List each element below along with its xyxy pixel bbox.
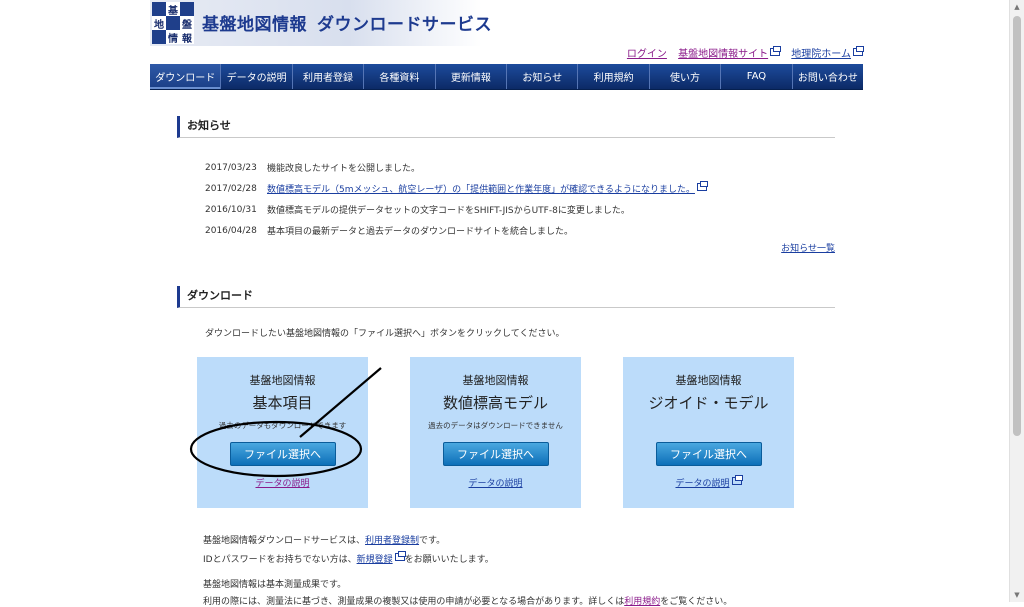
top-links: ログイン 基盤地図情報サイト 地理院ホーム	[619, 45, 864, 60]
card-title: ジオイド・モデル	[648, 394, 769, 412]
site-title-main: 基盤地図情報	[202, 15, 307, 35]
card-category: 基盤地図情報	[462, 374, 529, 387]
main-nav: ダウンロード データの説明 利用者登録 各種資料 更新情報 お知らせ 利用規約 …	[150, 64, 863, 90]
nav-download[interactable]: ダウンロード	[150, 64, 222, 89]
site-title: 基盤地図情報 ダウンロードサービス	[202, 10, 492, 35]
news-date: 2017/03/23	[205, 162, 257, 173]
data-description-link[interactable]: データの説明	[675, 475, 743, 489]
card-note	[623, 420, 794, 430]
news-date: 2016/10/31	[205, 204, 257, 215]
news-item: 2017/02/28 数値標高モデル（5mメッシュ、航空レーザ）の「提供範囲と作…	[205, 178, 708, 199]
terms-link[interactable]: 利用規約	[624, 597, 660, 607]
scroll-up-icon[interactable]: ▲	[1010, 0, 1024, 14]
card-geoid: 基盤地図情報 ジオイド・モデル ファイル選択へ データの説明	[623, 357, 794, 508]
news-link[interactable]: 数値標高モデル（5mメッシュ、航空レーザ）の「提供範囲と作業年度」が確認できるよ…	[267, 181, 708, 195]
external-link-icon	[696, 181, 708, 191]
footer-line-signup: IDとパスワードをお持ちでない方は、新規登録 をお願いいたします。	[203, 551, 494, 565]
nav-updates[interactable]: 更新情報	[436, 64, 508, 89]
nav-faq[interactable]: FAQ	[721, 64, 793, 89]
data-description-link[interactable]: データの説明	[255, 476, 309, 489]
card-dem: 基盤地図情報 数値標高モデル 過去のデータはダウンロードできません ファイル選択…	[410, 357, 581, 508]
news-item: 2016/10/31 数値標高モデルの提供データセットの文字コードをSHIFT-…	[205, 199, 707, 220]
news-item: 2017/03/23 機能改良したサイトを公開しました。	[205, 157, 707, 178]
nav-how-to-use[interactable]: 使い方	[650, 64, 722, 89]
kiban-site-link[interactable]: 基盤地図情報サイト	[678, 46, 782, 60]
card-basic-items: 基盤地図情報 基本項目 過去のデータもダウンロードできます ファイル選択へ デー…	[197, 357, 368, 508]
news-text: 機能改良したサイトを公開しました。	[267, 164, 421, 174]
logo-char: 報	[180, 30, 194, 45]
gsi-home-link[interactable]: 地理院ホーム	[791, 46, 864, 60]
nav-contact[interactable]: お問い合わせ	[793, 64, 863, 89]
nav-documents[interactable]: 各種資料	[364, 64, 436, 89]
footer-line-registration: 基盤地図情報ダウンロードサービスは、利用者登録制です。	[203, 536, 446, 546]
logo-char: 地	[152, 16, 166, 31]
site-logo[interactable]: 基 地 盤 情 報 基盤地図情報ダウンロードサービス 図	[150, 0, 492, 46]
download-heading: ダウンロード	[177, 286, 835, 308]
footer-line-terms: 利用の際には、測量法に基づき、測量成果の複製又は使用の申請が必要となる場合があり…	[203, 597, 733, 607]
external-link-icon	[731, 475, 743, 485]
file-select-button[interactable]: ファイル選択へ	[655, 442, 762, 466]
user-registration-link[interactable]: 利用者登録制	[365, 536, 419, 546]
scrollbar-thumb[interactable]	[1013, 16, 1021, 436]
login-link[interactable]: ログイン	[627, 49, 667, 60]
news-date: 2016/04/28	[205, 225, 257, 236]
news-date: 2017/02/28	[205, 183, 257, 194]
news-text: 数値標高モデルの提供データセットの文字コードをSHIFT-JISからUTF-8に…	[267, 206, 630, 216]
external-link-icon	[394, 551, 406, 561]
news-list: 2017/03/23 機能改良したサイトを公開しました。 2017/02/28 …	[205, 157, 708, 241]
file-select-button[interactable]: ファイル選択へ	[442, 442, 549, 466]
nav-data-description[interactable]: データの説明	[221, 64, 293, 89]
card-note: 過去のデータもダウンロードできます	[218, 421, 347, 430]
nav-terms[interactable]: 利用規約	[578, 64, 650, 89]
card-category: 基盤地図情報	[675, 374, 742, 387]
external-link-icon	[770, 46, 782, 56]
vertical-scrollbar[interactable]: ▲ ▼	[1009, 0, 1024, 602]
news-item: 2016/04/28 基本項目の最新データと過去データのダウンロードサイトを統合…	[205, 220, 707, 241]
nav-notices[interactable]: お知らせ	[507, 64, 579, 89]
logo-char: 基	[166, 2, 180, 17]
scroll-down-icon[interactable]: ▼	[1010, 588, 1024, 602]
external-link-icon	[853, 46, 864, 56]
file-select-button[interactable]: ファイル選択へ	[229, 442, 336, 466]
data-description-link[interactable]: データの説明	[468, 476, 522, 489]
logo-char: 情	[166, 30, 180, 45]
new-registration-link[interactable]: 新規登録	[357, 551, 406, 565]
logo-char: 盤	[180, 16, 194, 31]
footer-line-survey: 基盤地図情報は基本測量成果です。	[203, 580, 347, 590]
download-intro: ダウンロードしたい基盤地図情報の「ファイル選択へ」ボタンをクリックしてください。	[205, 329, 565, 339]
site-title-sub: ダウンロードサービス	[317, 15, 492, 35]
news-more-link[interactable]: お知らせ一覧	[781, 241, 835, 254]
news-heading: お知らせ	[177, 116, 835, 138]
card-title: 数値標高モデル	[442, 394, 548, 412]
logo-mark: 基 地 盤 情 報	[152, 2, 196, 45]
card-note: 過去のデータはダウンロードできません	[428, 421, 563, 430]
news-text: 基本項目の最新データと過去データのダウンロードサイトを統合しました。	[267, 227, 574, 237]
card-category: 基盤地図情報	[249, 374, 316, 387]
nav-user-registration[interactable]: 利用者登録	[293, 64, 365, 89]
card-title: 基本項目	[252, 394, 313, 412]
